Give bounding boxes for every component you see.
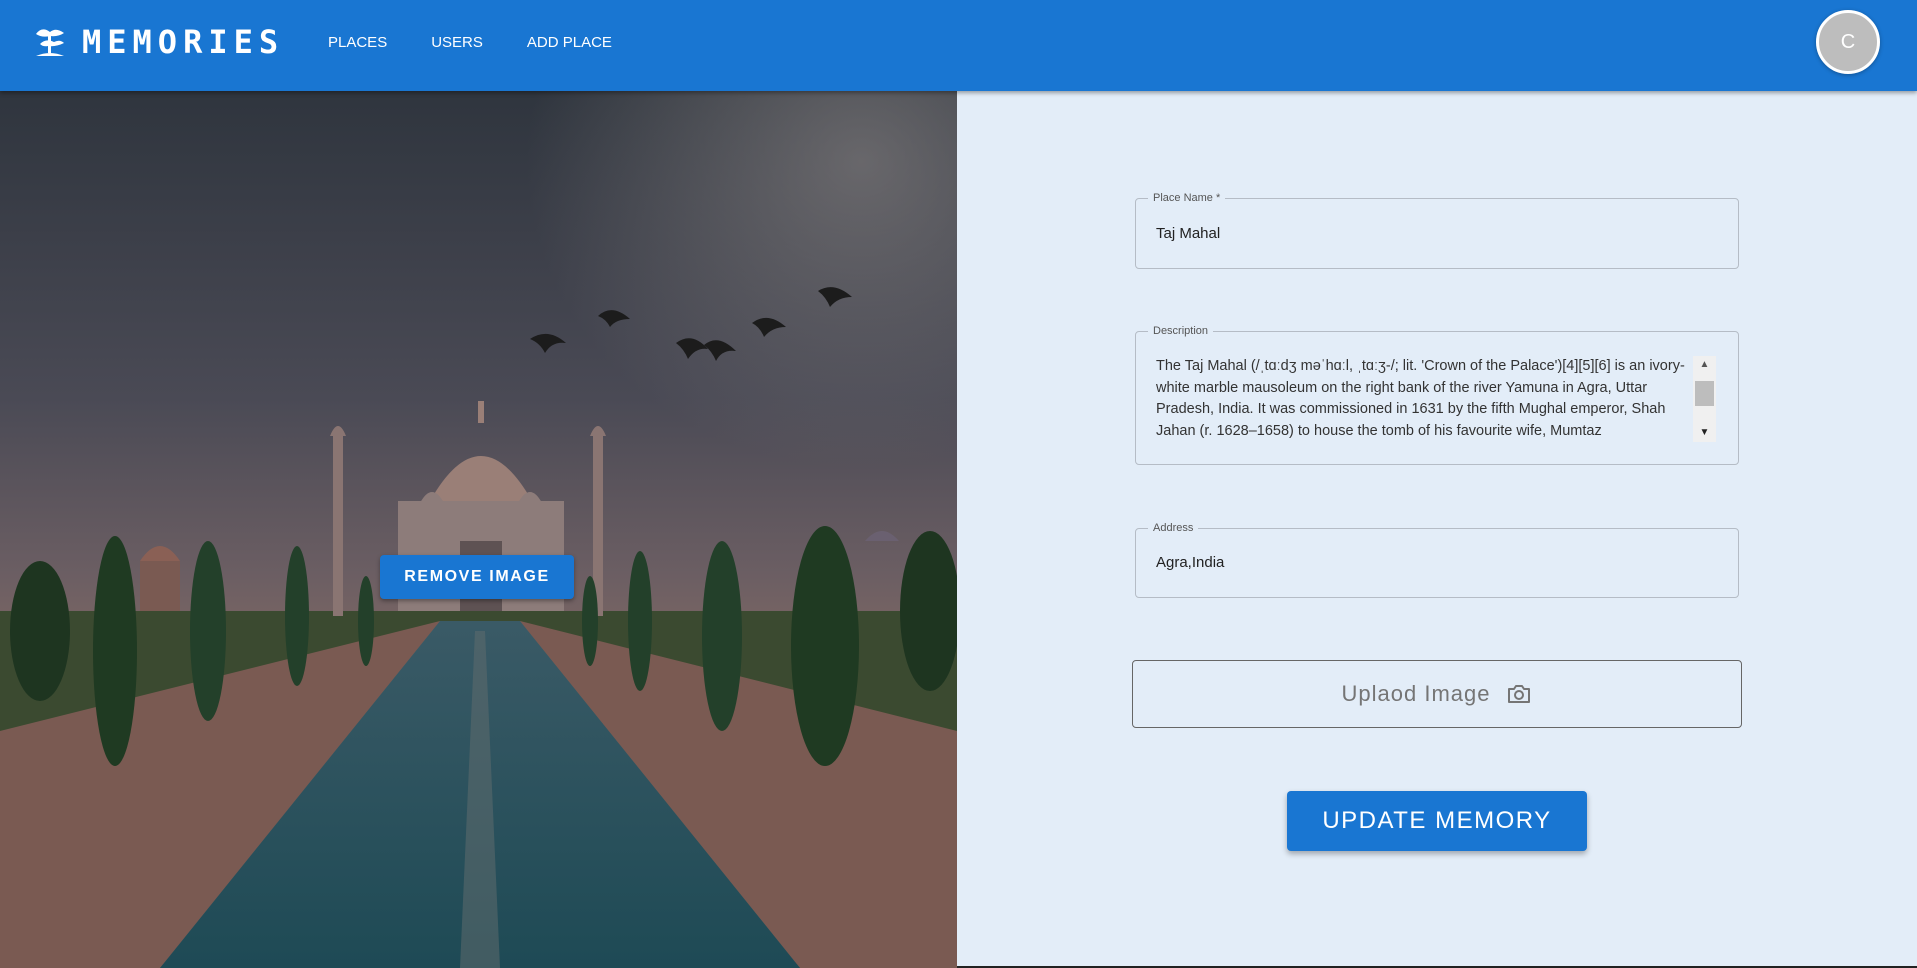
description-textarea[interactable]: The Taj Mahal (/ˌtɑːdʒ məˈhɑːl, ˌtɑːʒ-/;… <box>1156 356 1692 442</box>
place-name-input[interactable]: Taj Mahal <box>1156 225 1220 242</box>
app-bar: MEMORIES PLACES USERS ADD PLACE C <box>0 0 1917 91</box>
main-nav: PLACES USERS ADD PLACE <box>306 0 634 84</box>
taj-mahal-photo <box>0 91 957 968</box>
tree-logo-icon <box>36 29 64 56</box>
remove-image-button[interactable]: REMOVE IMAGE <box>380 555 574 599</box>
user-avatar[interactable]: C <box>1816 10 1880 74</box>
description-field[interactable]: Description The Taj Mahal (/ˌtɑːdʒ məˈhɑ… <box>1135 324 1739 465</box>
nav-link-add-place[interactable]: ADD PLACE <box>505 34 634 51</box>
place-name-label: Place Name * <box>1148 191 1226 205</box>
nav-link-users[interactable]: USERS <box>409 34 505 51</box>
camera-icon <box>1508 685 1531 703</box>
upload-image-button[interactable]: Uplaod Image <box>1132 660 1742 728</box>
description-label: Description <box>1148 324 1214 338</box>
scroll-thumb[interactable] <box>1695 381 1714 406</box>
scroll-up-arrow-icon[interactable]: ▲ <box>1693 356 1716 374</box>
address-label: Address <box>1148 521 1199 535</box>
brand[interactable]: MEMORIES <box>32 24 284 60</box>
brand-title: MEMORIES <box>82 23 285 61</box>
address-input[interactable]: Agra,India <box>1156 554 1224 571</box>
image-preview-panel: REMOVE IMAGE <box>0 91 957 968</box>
upload-image-label: Uplaod Image <box>1341 681 1491 706</box>
update-memory-button[interactable]: UPDATE MEMORY <box>1287 791 1587 851</box>
edit-memory-form: Place Name * Taj Mahal Description The T… <box>957 91 1917 968</box>
scroll-down-arrow-icon[interactable]: ▼ <box>1693 424 1716 442</box>
description-scrollbar[interactable]: ▲ ▼ <box>1693 356 1716 442</box>
address-field[interactable]: Address Agra,India <box>1135 521 1739 598</box>
nav-link-places[interactable]: PLACES <box>306 34 409 51</box>
place-name-field[interactable]: Place Name * Taj Mahal <box>1135 191 1739 269</box>
